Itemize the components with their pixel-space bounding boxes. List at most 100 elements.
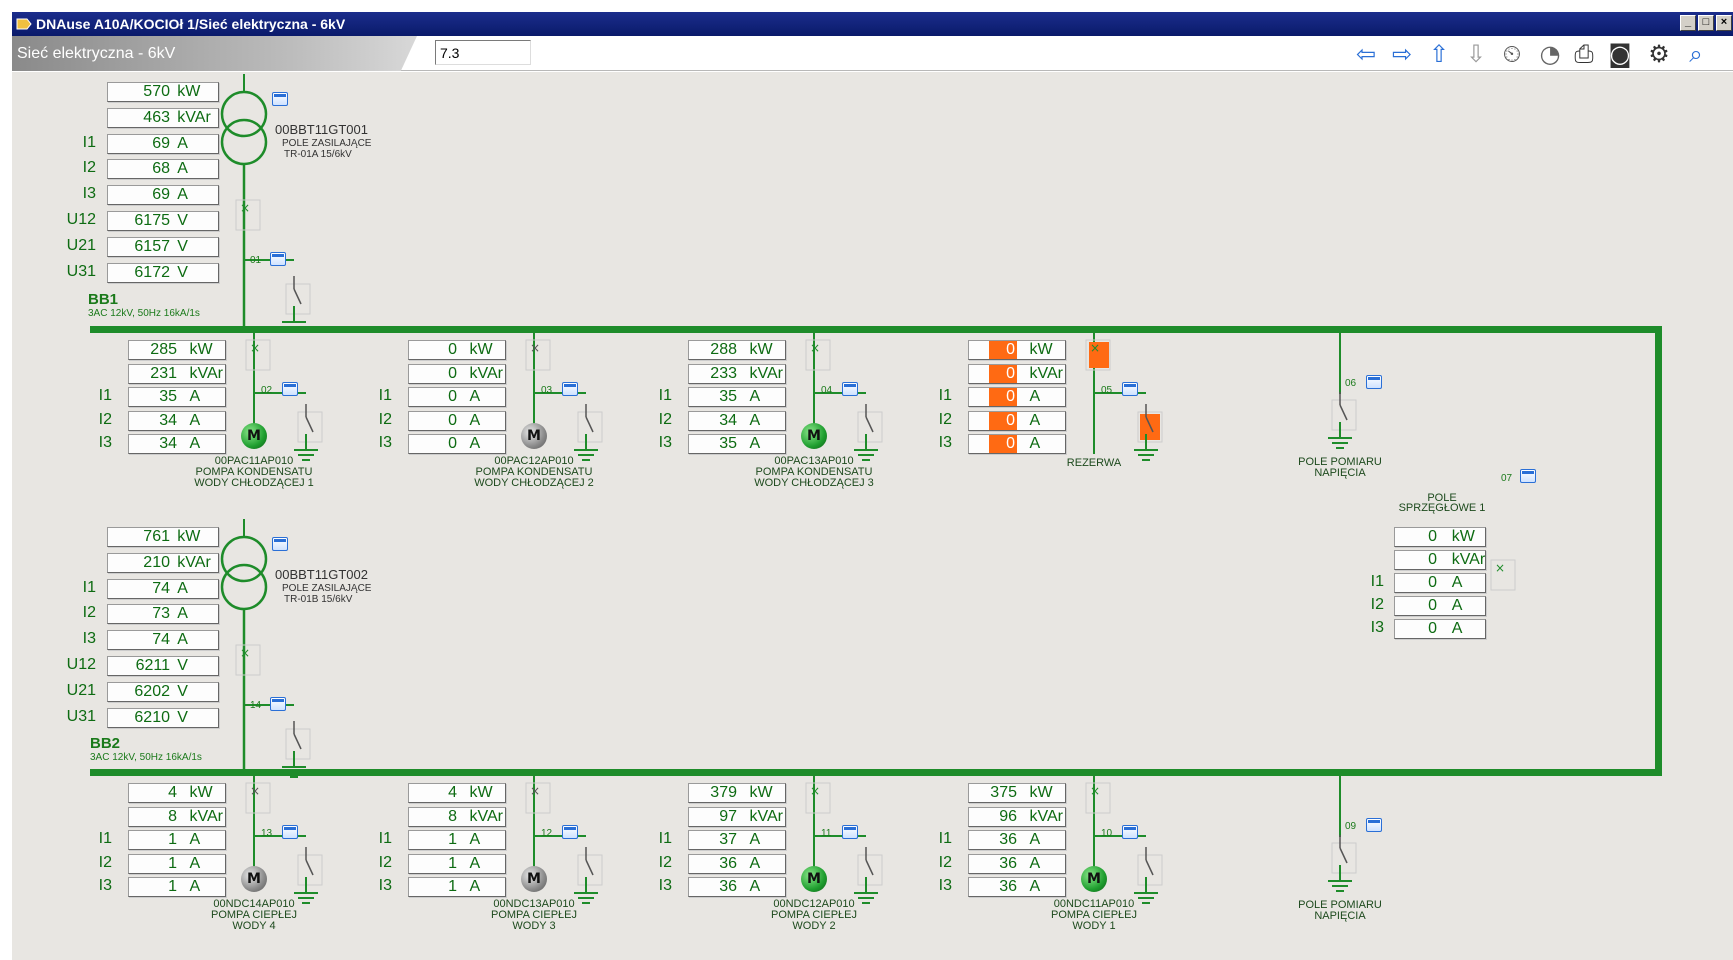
value-number: 0 [448, 341, 457, 358]
detail-icon[interactable] [282, 382, 298, 396]
motor-icon[interactable]: M [801, 423, 827, 449]
row-label: I1 [82, 133, 96, 151]
value-number: 36 [999, 854, 1017, 872]
value-number: 0 [448, 364, 457, 382]
value-box: 375 kW [968, 783, 1066, 803]
value-number: 463 [143, 108, 170, 126]
row-label: I1 [658, 830, 672, 847]
value-number: 6211 [135, 657, 170, 674]
value-box: 1A [408, 877, 506, 897]
value-box: 36 A [688, 877, 786, 897]
value-number: 379 [710, 784, 737, 801]
row-label: U31 [66, 262, 96, 280]
transformer-id: 00BBT11GT001 [275, 122, 368, 137]
zoom-icon[interactable]: ⌕ [1682, 40, 1710, 68]
value-box: 74 A [107, 630, 219, 651]
value-box: 0A [1394, 619, 1486, 639]
value-box: 8 kVAr [128, 806, 226, 827]
motor-icon[interactable]: M [801, 866, 827, 892]
detail-icon[interactable] [1520, 469, 1536, 483]
minimize-button[interactable]: _ [1680, 15, 1696, 31]
value-unit: kW [1029, 341, 1053, 358]
detail-icon[interactable] [842, 825, 858, 839]
value-unit: A [177, 605, 188, 623]
busbar-bb2-name: BB2 [90, 735, 121, 752]
print-icon[interactable]: ⎙ [1570, 40, 1598, 68]
value-unit: A [469, 411, 481, 429]
row-label: I1 [658, 387, 672, 404]
transformer-desc-2: TR-01B 15/6kV [284, 594, 353, 605]
detail-icon[interactable] [842, 382, 858, 396]
back-arrow-icon[interactable]: ⇦ [1352, 40, 1380, 68]
value-box: 231 kVAr [128, 363, 226, 384]
row-label: I2 [98, 410, 112, 428]
forward-arrow-icon[interactable]: ⇨ [1388, 40, 1416, 68]
maximize-button[interactable]: □ [1698, 15, 1714, 31]
value-box: 96 kVAr [968, 806, 1066, 827]
zoom-input[interactable] [435, 40, 531, 65]
value-number: 1 [168, 878, 177, 895]
detail-icon[interactable] [272, 92, 288, 106]
detail-icon[interactable] [270, 697, 286, 711]
busbar-bb2-desc: 3AC 12kV, 50Hz 16kA/1s [90, 752, 202, 763]
row-label: I2 [82, 604, 96, 622]
value-unit: A [177, 631, 188, 649]
row-label: I2 [82, 159, 96, 177]
row-label: I3 [658, 877, 672, 894]
transformer-winding [220, 535, 268, 583]
breaker-cross: × [810, 784, 820, 798]
value-unit: V [177, 682, 188, 700]
history-clock-icon[interactable]: ⏲ [1498, 40, 1526, 68]
detail-icon[interactable] [562, 825, 578, 839]
up-arrow-icon[interactable]: ⇧ [1425, 40, 1453, 68]
value-unit: A [1029, 854, 1041, 872]
row-label: U21 [66, 681, 96, 699]
motor-icon[interactable]: M [521, 423, 547, 449]
gauge-icon[interactable]: ◔ [1536, 40, 1564, 68]
detail-icon[interactable] [270, 252, 286, 266]
value-unit: kVAr [177, 108, 211, 126]
value-number: 0 [1428, 574, 1437, 591]
value-number: 4 [168, 784, 177, 801]
settings-icon[interactable]: ⚙ [1645, 40, 1673, 68]
value-number: 210 [143, 553, 170, 571]
detail-icon[interactable] [1122, 382, 1138, 396]
motor-icon[interactable]: M [241, 423, 267, 449]
value-unit: A [177, 160, 188, 178]
close-button[interactable]: × [1716, 15, 1732, 31]
camera-icon[interactable]: ◙ [1606, 40, 1634, 68]
detail-icon[interactable] [1366, 818, 1382, 832]
motor-icon[interactable]: M [1081, 866, 1107, 892]
detail-icon[interactable] [562, 382, 578, 396]
motor-icon[interactable]: M [521, 866, 547, 892]
motor-icon[interactable]: M [241, 866, 267, 892]
row-label: I3 [378, 877, 392, 894]
value-box: 35 A [688, 387, 786, 407]
value-unit: A [1451, 597, 1463, 614]
row-label: I3 [1370, 619, 1384, 636]
detail-icon[interactable] [1366, 375, 1382, 389]
value-number: 0 [989, 364, 1017, 383]
transformer-desc-2: TR-01A 15/6kV [284, 149, 352, 160]
value-number: 96 [999, 807, 1017, 825]
value-unit: kVAr [749, 364, 783, 382]
value-number: 6202 [134, 682, 170, 700]
feeder-tag: REZERWA [1066, 457, 1122, 469]
value-box: 68 A [107, 159, 219, 180]
detail-icon[interactable] [272, 537, 288, 551]
value-box: 0 kW [1394, 527, 1486, 547]
feeder-desc-2: WODY 4 [232, 920, 276, 932]
value-box: 36 A [968, 830, 1066, 850]
value-box: 233 kVAr [688, 363, 786, 384]
row-label: I2 [378, 410, 392, 428]
app-window: DNAuse A10A/KOCIOł 1/Sieć elektryczna - … [0, 0, 1733, 960]
single-line-diagram: × × × × × × × × × × × [90, 74, 1662, 904]
value-box: 1A [128, 830, 226, 850]
value-unit: A [469, 878, 481, 895]
down-arrow-icon[interactable]: ⇩ [1462, 40, 1490, 68]
value-number: 8 [448, 807, 457, 825]
value-box: 35 A [688, 434, 786, 454]
detail-icon[interactable] [1122, 825, 1138, 839]
value-number: 74 [152, 579, 170, 597]
detail-icon[interactable] [282, 825, 298, 839]
